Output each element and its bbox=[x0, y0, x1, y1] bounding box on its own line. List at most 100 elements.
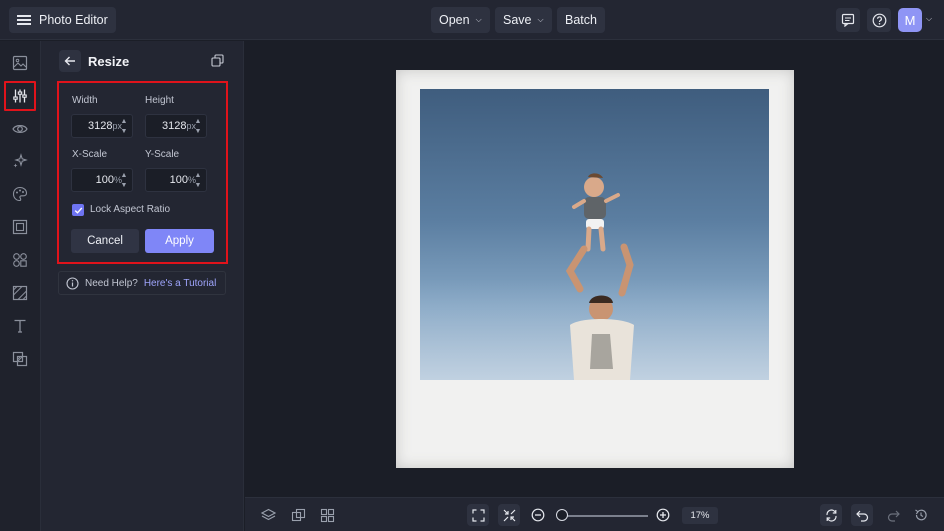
arrow-left-icon bbox=[64, 56, 75, 66]
expand-icon bbox=[471, 508, 485, 522]
help-button[interactable] bbox=[867, 8, 891, 32]
palette-icon bbox=[12, 186, 28, 202]
width-input[interactable]: 3128px ▲ ▼ bbox=[71, 114, 133, 138]
undo-button[interactable] bbox=[851, 504, 873, 526]
chevron-down-icon[interactable]: ⌵ bbox=[926, 14, 932, 24]
chevron-up-icon[interactable]: ▲ bbox=[193, 171, 203, 180]
father-child-photo bbox=[420, 173, 769, 380]
help-tutorial-link[interactable]: Need Help? Here's a Tutorial bbox=[58, 271, 226, 295]
batch-label: Batch bbox=[565, 13, 597, 27]
chevron-down-icon: ⌵ bbox=[475, 15, 482, 24]
undo-icon bbox=[855, 510, 868, 522]
info-icon bbox=[66, 276, 79, 290]
checkmark-icon bbox=[74, 207, 82, 214]
frame-icon bbox=[12, 219, 28, 235]
polaroid-frame bbox=[396, 70, 794, 468]
panel-title: Resize bbox=[88, 54, 130, 69]
compare-button[interactable] bbox=[290, 507, 306, 523]
comment-icon bbox=[841, 13, 855, 27]
zoom-slider-track[interactable] bbox=[558, 515, 648, 517]
width-value: 3128 bbox=[88, 120, 113, 132]
save-label: Save bbox=[503, 13, 532, 27]
grid-button[interactable] bbox=[319, 507, 335, 523]
yscale-input[interactable]: 100% ▲ ▼ bbox=[145, 168, 207, 192]
rail-item-adjust[interactable] bbox=[4, 81, 36, 111]
yscale-stepper[interactable]: ▲ ▼ bbox=[193, 171, 203, 191]
help-text: Need Help? bbox=[85, 277, 138, 289]
open-menu-button[interactable]: Open ⌵ bbox=[431, 7, 490, 33]
width-stepper[interactable]: ▲ ▼ bbox=[119, 117, 129, 137]
height-label: Height bbox=[145, 95, 174, 106]
yscale-label: Y-Scale bbox=[145, 149, 180, 160]
xscale-stepper[interactable]: ▲ ▼ bbox=[119, 171, 129, 191]
chevron-down-icon[interactable]: ▼ bbox=[193, 181, 203, 190]
rail-item-effects[interactable] bbox=[9, 118, 31, 140]
eye-icon bbox=[12, 125, 28, 133]
zoom-out-button[interactable] bbox=[530, 507, 546, 523]
fit-screen-button[interactable] bbox=[467, 504, 489, 526]
lock-aspect-label: Lock Aspect Ratio bbox=[90, 204, 171, 215]
rail-item-image[interactable] bbox=[9, 52, 31, 74]
zoom-slider-handle[interactable] bbox=[556, 509, 568, 521]
history-icon bbox=[915, 509, 927, 521]
top-bar: Photo Editor Open ⌵ Save ⌵ Batch M ⌵ bbox=[0, 0, 944, 40]
rail-item-frames[interactable] bbox=[9, 216, 31, 238]
bottom-bar: 17% bbox=[245, 497, 944, 531]
batch-button[interactable]: Batch bbox=[557, 7, 605, 33]
chevron-down-icon: ⌵ bbox=[537, 15, 544, 24]
rail-item-touch-up[interactable] bbox=[9, 150, 31, 172]
rail-item-text[interactable] bbox=[9, 315, 31, 337]
height-input[interactable]: 3128px ▲ ▼ bbox=[145, 114, 207, 138]
elements-icon bbox=[13, 253, 27, 267]
cancel-button[interactable]: Cancel bbox=[71, 229, 139, 253]
zoom-in-button[interactable] bbox=[655, 507, 671, 523]
tutorial-link[interactable]: Here's a Tutorial bbox=[144, 278, 217, 289]
xscale-value: 100 bbox=[95, 174, 114, 186]
tool-rail bbox=[0, 41, 41, 531]
chevron-down-icon[interactable]: ▼ bbox=[119, 181, 129, 190]
photo bbox=[420, 89, 769, 380]
refresh-button[interactable] bbox=[820, 504, 842, 526]
height-stepper[interactable]: ▲ ▼ bbox=[193, 117, 203, 137]
adjust-sliders-icon bbox=[13, 89, 27, 103]
refresh-icon bbox=[825, 508, 837, 522]
lock-aspect-checkbox[interactable] bbox=[72, 204, 84, 216]
rail-item-textures[interactable] bbox=[9, 282, 31, 304]
actual-size-button[interactable] bbox=[498, 504, 520, 526]
chevron-up-icon[interactable]: ▲ bbox=[193, 117, 203, 126]
layers-icon bbox=[260, 508, 276, 520]
minus-circle-icon bbox=[531, 508, 545, 522]
overlay-icon bbox=[12, 351, 28, 367]
resize-panel: Resize Width Height 3128px ▲ ▼ 3128px ▲ … bbox=[41, 41, 244, 531]
history-button[interactable] bbox=[913, 507, 929, 523]
editor-canvas[interactable] bbox=[245, 41, 944, 496]
xscale-label: X-Scale bbox=[72, 149, 108, 160]
plus-circle-icon bbox=[656, 508, 670, 522]
chevron-up-icon[interactable]: ▲ bbox=[119, 117, 129, 126]
chevron-down-icon[interactable]: ▼ bbox=[193, 127, 203, 136]
app-menu-button[interactable]: Photo Editor bbox=[9, 7, 116, 33]
rail-item-artsy[interactable] bbox=[9, 183, 31, 205]
rail-item-overlays[interactable] bbox=[9, 348, 31, 370]
resize-controls: Width Height 3128px ▲ ▼ 3128px ▲ ▼ X-Sca… bbox=[57, 81, 228, 264]
back-button[interactable] bbox=[59, 50, 81, 72]
text-icon bbox=[14, 319, 26, 333]
redo-button[interactable] bbox=[885, 507, 901, 523]
layers-button[interactable] bbox=[260, 507, 276, 523]
save-menu-button[interactable]: Save ⌵ bbox=[495, 7, 552, 33]
zoom-level[interactable]: 17% bbox=[682, 507, 718, 524]
sparkle-icon bbox=[13, 153, 28, 168]
yscale-value: 100 bbox=[169, 174, 188, 186]
hamburger-icon bbox=[17, 15, 31, 25]
comment-button[interactable] bbox=[836, 8, 860, 32]
collapse-icon bbox=[503, 509, 515, 521]
rail-item-graphics[interactable] bbox=[9, 249, 31, 271]
apply-button[interactable]: Apply bbox=[145, 229, 214, 253]
xscale-input[interactable]: 100% ▲ ▼ bbox=[71, 168, 133, 192]
duplicate-icon[interactable] bbox=[211, 54, 224, 67]
question-icon bbox=[872, 13, 886, 27]
texture-icon bbox=[12, 285, 28, 301]
avatar[interactable]: M bbox=[898, 8, 922, 32]
chevron-up-icon[interactable]: ▲ bbox=[119, 171, 129, 180]
chevron-down-icon[interactable]: ▼ bbox=[119, 127, 129, 136]
